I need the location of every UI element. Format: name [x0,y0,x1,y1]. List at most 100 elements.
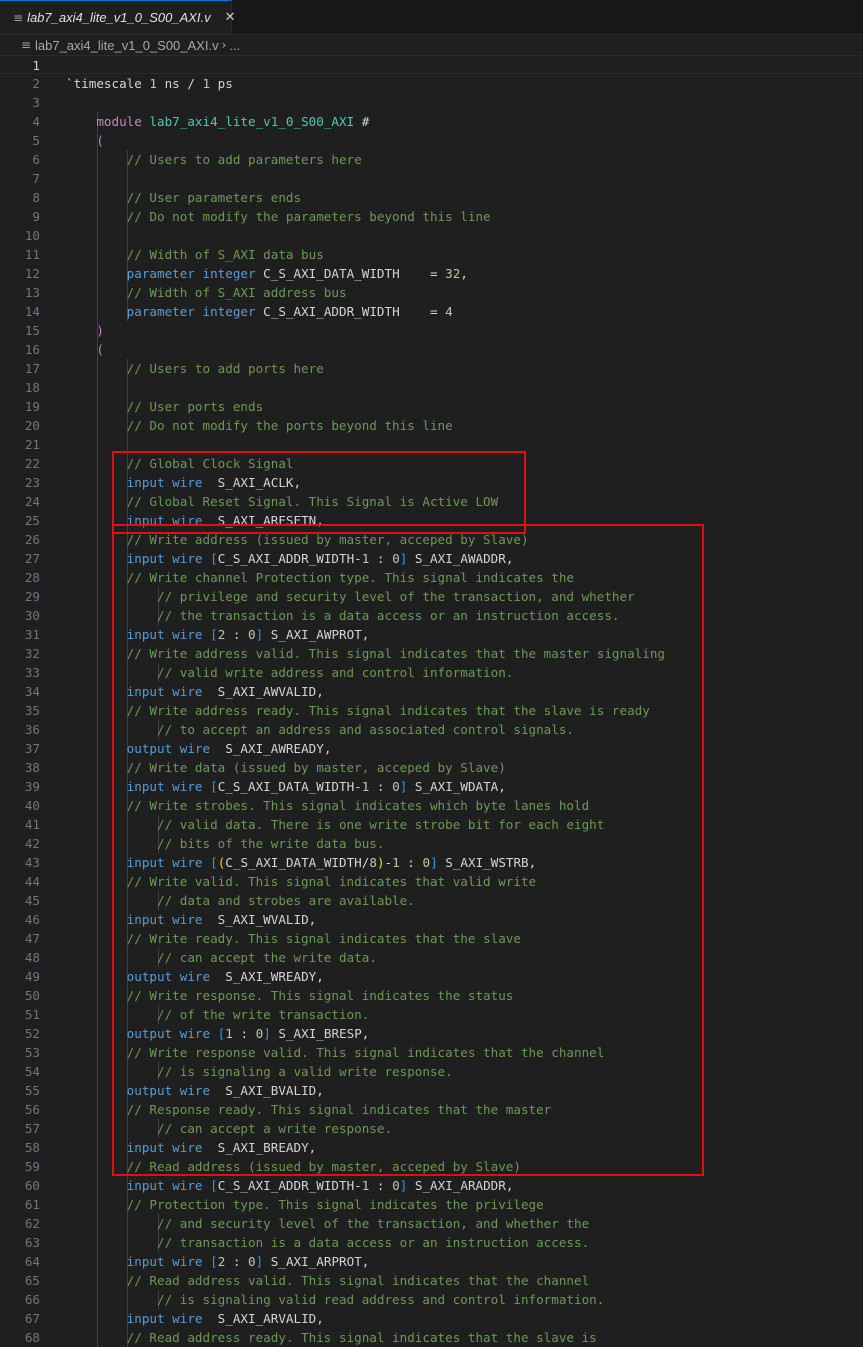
code-line[interactable]: 57 // can accept a write response. [0,1119,863,1138]
code-token: wire [172,513,211,528]
code-line[interactable]: 6 // Users to add parameters here [0,150,863,169]
close-icon[interactable]: ✕ [225,10,236,25]
code-token: wire [179,1026,218,1041]
code-line[interactable]: 62 // and security level of the transact… [0,1214,863,1233]
code-line[interactable]: 35 // Write address ready. This signal i… [0,701,863,720]
code-line[interactable]: 63 // transaction is a data access or an… [0,1233,863,1252]
code-line[interactable]: 46 input wire S_AXI_WVALID, [0,910,863,929]
code-line[interactable]: 1 [0,55,863,74]
code-line[interactable]: 15 ) [0,321,863,340]
code-line[interactable]: 52 output wire [1 : 0] S_AXI_BRESP, [0,1024,863,1043]
code-token: 32 [445,266,461,281]
code-line[interactable]: 29 // privilege and security level of th… [0,587,863,606]
code-line[interactable]: 12 parameter integer C_S_AXI_DATA_WIDTH … [0,264,863,283]
code-line[interactable]: 2 `timescale 1 ns / 1 ps [0,74,863,93]
code-line[interactable]: 9 // Do not modify the parameters beyond… [0,207,863,226]
code-token: // Write valid. This signal indicates th… [126,874,537,889]
code-line[interactable]: 34 input wire S_AXI_AWVALID, [0,682,863,701]
code-token: 1 [392,855,400,870]
code-line[interactable]: 22 // Global Clock Signal [0,454,863,473]
editor-tab[interactable]: ≡ lab7_axi4_lite_v1_0_S00_AXI.v ✕ [0,0,236,34]
code-token: 8 [369,855,377,870]
code-line[interactable]: 21 [0,435,863,454]
code-line[interactable]: 5 ( [0,131,863,150]
code-line[interactable]: 14 parameter integer C_S_AXI_ADDR_WIDTH … [0,302,863,321]
code-text: // transaction is a data access or an in… [66,1233,589,1252]
code-line[interactable]: 27 input wire [C_S_AXI_ADDR_WIDTH-1 : 0]… [0,549,863,568]
code-line[interactable]: 48 // can accept the write data. [0,948,863,967]
code-line[interactable]: 65 // Read address valid. This signal in… [0,1271,863,1290]
code-line[interactable]: 53 // Write response valid. This signal … [0,1043,863,1062]
code-line[interactable]: 58 input wire S_AXI_BREADY, [0,1138,863,1157]
code-line[interactable]: 42 // bits of the write data bus. [0,834,863,853]
code-line[interactable]: 64 input wire [2 : 0] S_AXI_ARPROT, [0,1252,863,1271]
code-line[interactable]: 60 input wire [C_S_AXI_ADDR_WIDTH-1 : 0]… [0,1176,863,1195]
code-token: 0 [248,627,256,642]
code-line[interactable]: 45 // data and strobes are available. [0,891,863,910]
code-line[interactable]: 38 // Write data (issued by master, acce… [0,758,863,777]
code-line[interactable]: 18 [0,378,863,397]
code-token: // valid data. There is one write strobe… [157,817,605,832]
code-line[interactable]: 36 // to accept an address and associate… [0,720,863,739]
code-line[interactable]: 25 input wire S_AXI_ARESETN, [0,511,863,530]
code-line[interactable]: 68 // Read address ready. This signal in… [0,1328,863,1347]
code-line[interactable]: 50 // Write response. This signal indica… [0,986,863,1005]
code-line[interactable]: 30 // the transaction is a data access o… [0,606,863,625]
code-line[interactable]: 67 input wire S_AXI_ARVALID, [0,1309,863,1328]
code-token: 1 [225,1026,233,1041]
code-line[interactable]: 51 // of the write transaction. [0,1005,863,1024]
code-line[interactable]: 33 // valid write address and control in… [0,663,863,682]
code-line[interactable]: 39 input wire [C_S_AXI_DATA_WIDTH-1 : 0]… [0,777,863,796]
code-token: ] [263,1026,271,1041]
code-token: ] [430,855,438,870]
code-token: parameter [126,304,203,319]
code-line[interactable]: 59 // Read address (issued by master, ac… [0,1157,863,1176]
code-line[interactable]: 7 [0,169,863,188]
line-number: 65 [24,1273,40,1288]
code-line[interactable]: 56 // Response ready. This signal indica… [0,1100,863,1119]
code-line[interactable]: 24 // Global Reset Signal. This Signal i… [0,492,863,511]
breadcrumb-symbol[interactable]: ... [229,38,240,53]
code-line[interactable]: 32 // Write address valid. This signal i… [0,644,863,663]
code-line[interactable]: 13 // Width of S_AXI address bus [0,283,863,302]
code-line[interactable]: 11 // Width of S_AXI data bus [0,245,863,264]
code-token: wire [172,855,211,870]
code-line[interactable]: 55 output wire S_AXI_BVALID, [0,1081,863,1100]
code-line[interactable]: 49 output wire S_AXI_WREADY, [0,967,863,986]
code-line[interactable]: 4 module lab7_axi4_lite_v1_0_S00_AXI # [0,112,863,131]
code-line[interactable]: 31 input wire [2 : 0] S_AXI_AWPROT, [0,625,863,644]
code-line[interactable]: 44 // Write valid. This signal indicates… [0,872,863,891]
code-text: `timescale 1 ns / 1 ps [66,74,233,93]
code-editor[interactable]: 1 2 `timescale 1 ns / 1 ps 3 4 module lab7_a… [0,55,863,1347]
code-line[interactable]: 41 // valid data. There is one write str… [0,815,863,834]
code-text: // Read address valid. This signal indic… [66,1271,590,1290]
code-token: , [460,266,468,281]
code-line[interactable]: 23 input wire S_AXI_ACLK, [0,473,863,492]
code-line[interactable]: 19 // User ports ends [0,397,863,416]
code-line[interactable]: 40 // Write strobes. This signal indicat… [0,796,863,815]
code-line[interactable]: 66 // is signaling valid read address an… [0,1290,863,1309]
code-line[interactable]: 16 ( [0,340,863,359]
code-line[interactable]: 47 // Write ready. This signal indicates… [0,929,863,948]
code-line[interactable]: 43 input wire [(C_S_AXI_DATA_WIDTH/8)-1 … [0,853,863,872]
code-line[interactable]: 8 // User parameters ends [0,188,863,207]
code-line[interactable]: 54 // is signaling a valid write respons… [0,1062,863,1081]
code-line[interactable]: 61 // Protection type. This signal indic… [0,1195,863,1214]
code-text: // Protection type. This signal indicate… [66,1195,544,1214]
indent-guide [127,169,129,188]
code-line[interactable]: 3 [0,93,863,112]
code-line[interactable]: 20 // Do not modify the ports beyond thi… [0,416,863,435]
code-line[interactable]: 17 // Users to add ports here [0,359,863,378]
line-number: 25 [24,513,40,528]
breadcrumb-file[interactable]: lab7_axi4_lite_v1_0_S00_AXI.v [35,38,219,53]
line-number: 41 [24,817,40,832]
code-line[interactable]: 28 // Write channel Protection type. Thi… [0,568,863,587]
code-line[interactable]: 26 // Write address (issued by master, a… [0,530,863,549]
code-line[interactable]: 37 output wire S_AXI_AWREADY, [0,739,863,758]
code-line[interactable]: 10 [0,226,863,245]
